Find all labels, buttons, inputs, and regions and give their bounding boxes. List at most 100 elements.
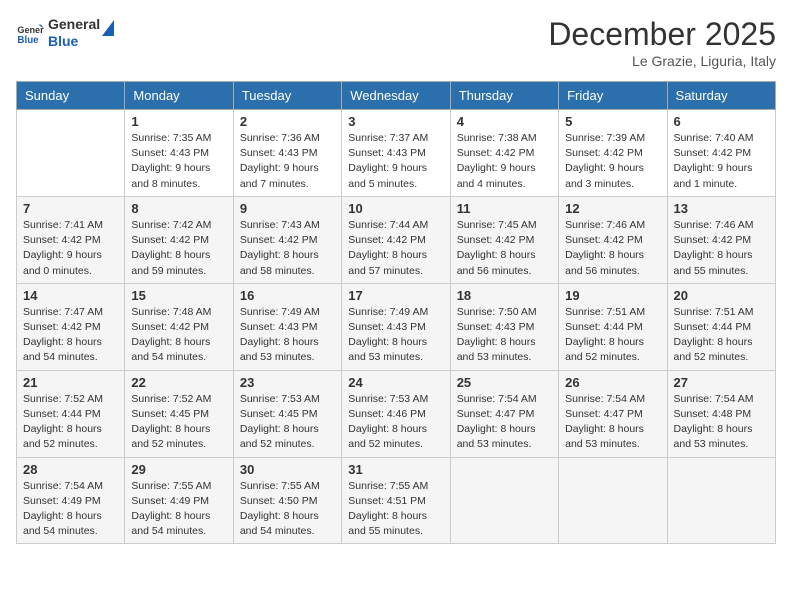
- calendar-week-1: 1 Sunrise: 7:35 AMSunset: 4:43 PMDayligh…: [17, 110, 776, 197]
- calendar-cell: [667, 457, 775, 544]
- day-number: 7: [23, 201, 118, 216]
- calendar-cell: 1 Sunrise: 7:35 AMSunset: 4:43 PMDayligh…: [125, 110, 233, 197]
- calendar-cell: 8 Sunrise: 7:42 AMSunset: 4:42 PMDayligh…: [125, 196, 233, 283]
- day-number: 11: [457, 201, 552, 216]
- day-info: Sunrise: 7:46 AMSunset: 4:42 PMDaylight:…: [565, 218, 660, 279]
- day-info: Sunrise: 7:51 AMSunset: 4:44 PMDaylight:…: [674, 305, 769, 366]
- day-info: Sunrise: 7:35 AMSunset: 4:43 PMDaylight:…: [131, 131, 226, 192]
- day-info: Sunrise: 7:40 AMSunset: 4:42 PMDaylight:…: [674, 131, 769, 192]
- calendar-cell: 16 Sunrise: 7:49 AMSunset: 4:43 PMDaylig…: [233, 283, 341, 370]
- calendar-cell: [559, 457, 667, 544]
- day-info: Sunrise: 7:46 AMSunset: 4:42 PMDaylight:…: [674, 218, 769, 279]
- day-info: Sunrise: 7:55 AMSunset: 4:51 PMDaylight:…: [348, 479, 443, 540]
- col-wednesday: Wednesday: [342, 82, 450, 110]
- day-number: 8: [131, 201, 226, 216]
- day-number: 31: [348, 462, 443, 477]
- calendar-cell: 9 Sunrise: 7:43 AMSunset: 4:42 PMDayligh…: [233, 196, 341, 283]
- day-number: 9: [240, 201, 335, 216]
- calendar-cell: 14 Sunrise: 7:47 AMSunset: 4:42 PMDaylig…: [17, 283, 125, 370]
- calendar-cell: 31 Sunrise: 7:55 AMSunset: 4:51 PMDaylig…: [342, 457, 450, 544]
- page-header: General Blue General Blue December 2025 …: [16, 16, 776, 69]
- calendar-table: Sunday Monday Tuesday Wednesday Thursday…: [16, 81, 776, 544]
- calendar-cell: 25 Sunrise: 7:54 AMSunset: 4:47 PMDaylig…: [450, 370, 558, 457]
- logo: General Blue General Blue: [16, 16, 122, 50]
- day-number: 19: [565, 288, 660, 303]
- day-info: Sunrise: 7:52 AMSunset: 4:44 PMDaylight:…: [23, 392, 118, 453]
- logo-icon: General Blue: [16, 19, 44, 47]
- day-number: 3: [348, 114, 443, 129]
- calendar-cell: 23 Sunrise: 7:53 AMSunset: 4:45 PMDaylig…: [233, 370, 341, 457]
- calendar-cell: 28 Sunrise: 7:54 AMSunset: 4:49 PMDaylig…: [17, 457, 125, 544]
- day-number: 30: [240, 462, 335, 477]
- day-number: 23: [240, 375, 335, 390]
- day-info: Sunrise: 7:48 AMSunset: 4:42 PMDaylight:…: [131, 305, 226, 366]
- day-number: 25: [457, 375, 552, 390]
- calendar-cell: 27 Sunrise: 7:54 AMSunset: 4:48 PMDaylig…: [667, 370, 775, 457]
- day-info: Sunrise: 7:54 AMSunset: 4:49 PMDaylight:…: [23, 479, 118, 540]
- calendar-cell: [450, 457, 558, 544]
- day-number: 21: [23, 375, 118, 390]
- calendar-cell: 26 Sunrise: 7:54 AMSunset: 4:47 PMDaylig…: [559, 370, 667, 457]
- calendar-week-2: 7 Sunrise: 7:41 AMSunset: 4:42 PMDayligh…: [17, 196, 776, 283]
- calendar-cell: 13 Sunrise: 7:46 AMSunset: 4:42 PMDaylig…: [667, 196, 775, 283]
- day-number: 14: [23, 288, 118, 303]
- calendar-cell: 24 Sunrise: 7:53 AMSunset: 4:46 PMDaylig…: [342, 370, 450, 457]
- day-number: 6: [674, 114, 769, 129]
- day-info: Sunrise: 7:37 AMSunset: 4:43 PMDaylight:…: [348, 131, 443, 192]
- calendar-cell: 12 Sunrise: 7:46 AMSunset: 4:42 PMDaylig…: [559, 196, 667, 283]
- col-friday: Friday: [559, 82, 667, 110]
- month-title: December 2025: [548, 16, 776, 53]
- calendar-cell: 19 Sunrise: 7:51 AMSunset: 4:44 PMDaylig…: [559, 283, 667, 370]
- day-info: Sunrise: 7:38 AMSunset: 4:42 PMDaylight:…: [457, 131, 552, 192]
- calendar-cell: 4 Sunrise: 7:38 AMSunset: 4:42 PMDayligh…: [450, 110, 558, 197]
- day-number: 18: [457, 288, 552, 303]
- logo-general: General: [48, 16, 100, 33]
- calendar-cell: 30 Sunrise: 7:55 AMSunset: 4:50 PMDaylig…: [233, 457, 341, 544]
- day-info: Sunrise: 7:53 AMSunset: 4:46 PMDaylight:…: [348, 392, 443, 453]
- col-tuesday: Tuesday: [233, 82, 341, 110]
- calendar-cell: 5 Sunrise: 7:39 AMSunset: 4:42 PMDayligh…: [559, 110, 667, 197]
- day-number: 1: [131, 114, 226, 129]
- col-monday: Monday: [125, 82, 233, 110]
- calendar-cell: 11 Sunrise: 7:45 AMSunset: 4:42 PMDaylig…: [450, 196, 558, 283]
- day-info: Sunrise: 7:55 AMSunset: 4:50 PMDaylight:…: [240, 479, 335, 540]
- calendar-cell: 2 Sunrise: 7:36 AMSunset: 4:43 PMDayligh…: [233, 110, 341, 197]
- day-info: Sunrise: 7:44 AMSunset: 4:42 PMDaylight:…: [348, 218, 443, 279]
- day-info: Sunrise: 7:42 AMSunset: 4:42 PMDaylight:…: [131, 218, 226, 279]
- day-info: Sunrise: 7:54 AMSunset: 4:48 PMDaylight:…: [674, 392, 769, 453]
- col-saturday: Saturday: [667, 82, 775, 110]
- calendar-cell: 21 Sunrise: 7:52 AMSunset: 4:44 PMDaylig…: [17, 370, 125, 457]
- day-info: Sunrise: 7:49 AMSunset: 4:43 PMDaylight:…: [348, 305, 443, 366]
- day-info: Sunrise: 7:36 AMSunset: 4:43 PMDaylight:…: [240, 131, 335, 192]
- calendar-header-row: Sunday Monday Tuesday Wednesday Thursday…: [17, 82, 776, 110]
- day-number: 26: [565, 375, 660, 390]
- day-info: Sunrise: 7:45 AMSunset: 4:42 PMDaylight:…: [457, 218, 552, 279]
- day-info: Sunrise: 7:50 AMSunset: 4:43 PMDaylight:…: [457, 305, 552, 366]
- svg-text:Blue: Blue: [17, 35, 39, 46]
- day-number: 5: [565, 114, 660, 129]
- calendar-cell: 22 Sunrise: 7:52 AMSunset: 4:45 PMDaylig…: [125, 370, 233, 457]
- day-info: Sunrise: 7:54 AMSunset: 4:47 PMDaylight:…: [565, 392, 660, 453]
- calendar-cell: 17 Sunrise: 7:49 AMSunset: 4:43 PMDaylig…: [342, 283, 450, 370]
- calendar-week-5: 28 Sunrise: 7:54 AMSunset: 4:49 PMDaylig…: [17, 457, 776, 544]
- day-number: 20: [674, 288, 769, 303]
- logo-blue: Blue: [48, 33, 100, 50]
- day-info: Sunrise: 7:55 AMSunset: 4:49 PMDaylight:…: [131, 479, 226, 540]
- day-number: 10: [348, 201, 443, 216]
- calendar-cell: 10 Sunrise: 7:44 AMSunset: 4:42 PMDaylig…: [342, 196, 450, 283]
- day-number: 15: [131, 288, 226, 303]
- day-number: 16: [240, 288, 335, 303]
- col-thursday: Thursday: [450, 82, 558, 110]
- calendar-cell: 7 Sunrise: 7:41 AMSunset: 4:42 PMDayligh…: [17, 196, 125, 283]
- day-info: Sunrise: 7:52 AMSunset: 4:45 PMDaylight:…: [131, 392, 226, 453]
- location-subtitle: Le Grazie, Liguria, Italy: [548, 53, 776, 69]
- logo-triangle-icon: [100, 18, 122, 40]
- day-number: 27: [674, 375, 769, 390]
- calendar-cell: 6 Sunrise: 7:40 AMSunset: 4:42 PMDayligh…: [667, 110, 775, 197]
- day-info: Sunrise: 7:49 AMSunset: 4:43 PMDaylight:…: [240, 305, 335, 366]
- calendar-cell: 20 Sunrise: 7:51 AMSunset: 4:44 PMDaylig…: [667, 283, 775, 370]
- day-number: 4: [457, 114, 552, 129]
- day-number: 29: [131, 462, 226, 477]
- calendar-cell: [17, 110, 125, 197]
- svg-text:General: General: [17, 25, 44, 35]
